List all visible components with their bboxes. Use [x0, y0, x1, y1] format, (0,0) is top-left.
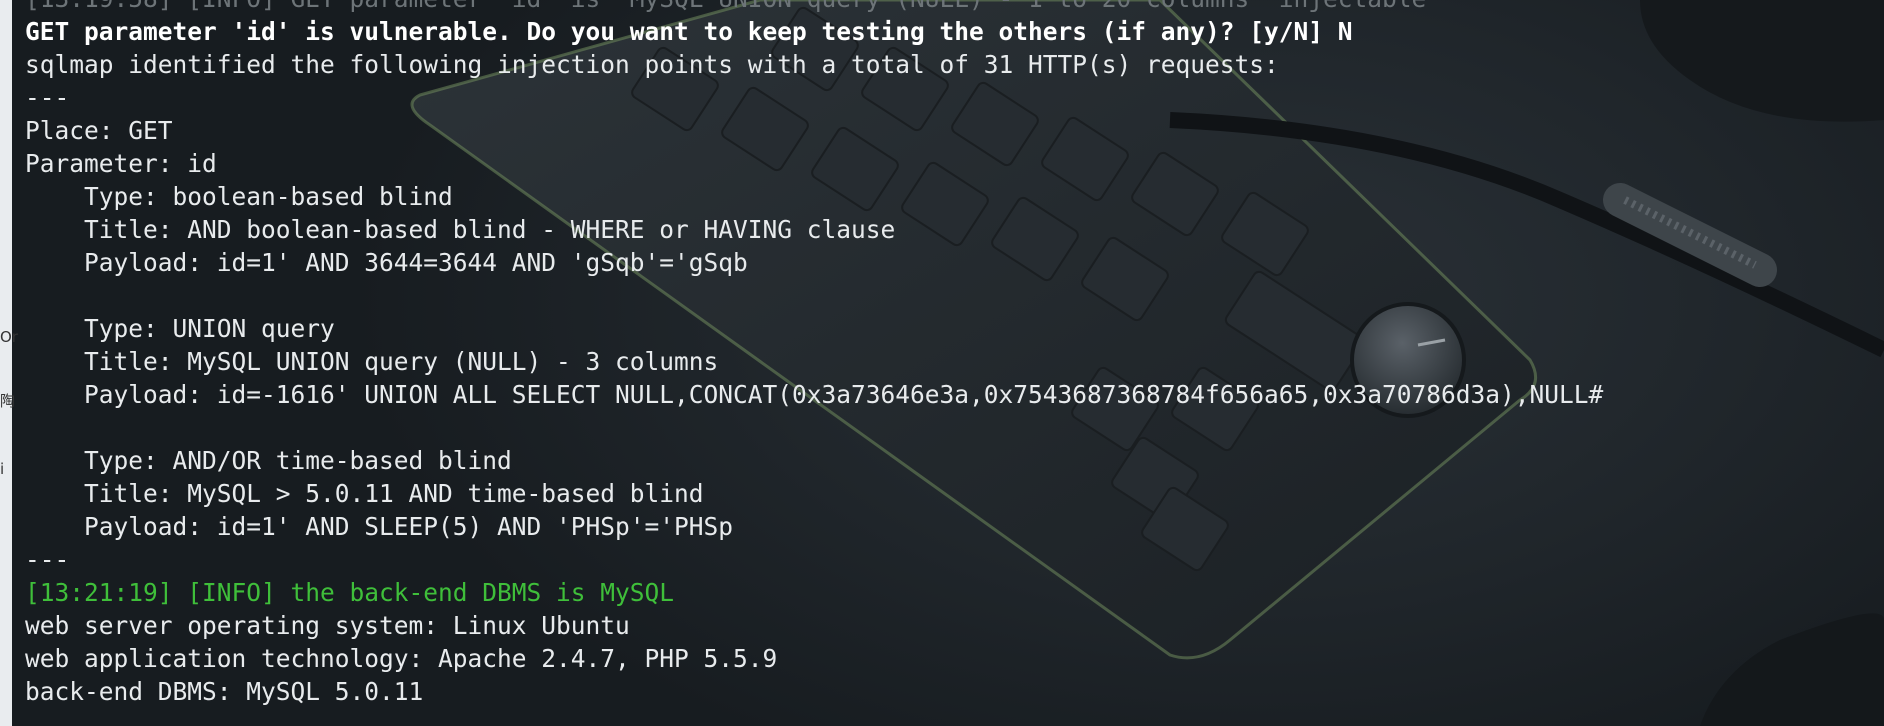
terminal-line: Type: UNION query [25, 314, 335, 343]
terminal-line: sqlmap identified the following injectio… [25, 50, 1279, 79]
terminal-line: Place: GET [25, 116, 173, 145]
terminal-line: web application technology: Apache 2.4.7… [25, 644, 778, 673]
terminal-line: Payload: id=1' AND SLEEP(5) AND 'PHSp'='… [25, 512, 734, 541]
side-strip-glyph: Or [0, 328, 18, 346]
terminal-line: web server operating system: Linux Ubunt… [25, 611, 630, 640]
terminal-line: --- [25, 83, 70, 112]
terminal-line: Title: MySQL UNION query (NULL) - 3 colu… [25, 347, 719, 376]
side-strip-glyph: 陶 [0, 392, 16, 410]
terminal-line: Title: AND boolean-based blind - WHERE o… [25, 215, 896, 244]
background-window-edge: Or 陶 i [0, 0, 18, 726]
terminal-line: Title: MySQL > 5.0.11 AND time-based bli… [25, 479, 704, 508]
side-strip-glyph: i [0, 460, 5, 478]
terminal-line: [13:21:19] [INFO] the back-end DBMS is M… [25, 578, 675, 607]
terminal-line: Payload: id=1' AND 3644=3644 AND 'gSqb'=… [25, 248, 748, 277]
terminal-line: Type: AND/OR time-based blind [25, 446, 512, 475]
terminal-window[interactable]: Or 陶 i [13:19:58] [INFO] GET parameter '… [0, 0, 1884, 726]
terminal-output[interactable]: [13:19:58] [INFO] GET parameter 'id' is … [25, 0, 1603, 708]
terminal-line: GET parameter 'id' is vulnerable. Do you… [25, 17, 1353, 46]
terminal-line: Parameter: id [25, 149, 217, 178]
terminal-line: Type: boolean-based blind [25, 182, 453, 211]
terminal-line: --- [25, 545, 70, 574]
terminal-line: [13:19:58] [INFO] GET parameter 'id' is … [25, 0, 1603, 15]
terminal-line: Payload: id=-1616' UNION ALL SELECT NULL… [25, 380, 1604, 409]
terminal-line: back-end DBMS: MySQL 5.0.11 [25, 677, 424, 706]
